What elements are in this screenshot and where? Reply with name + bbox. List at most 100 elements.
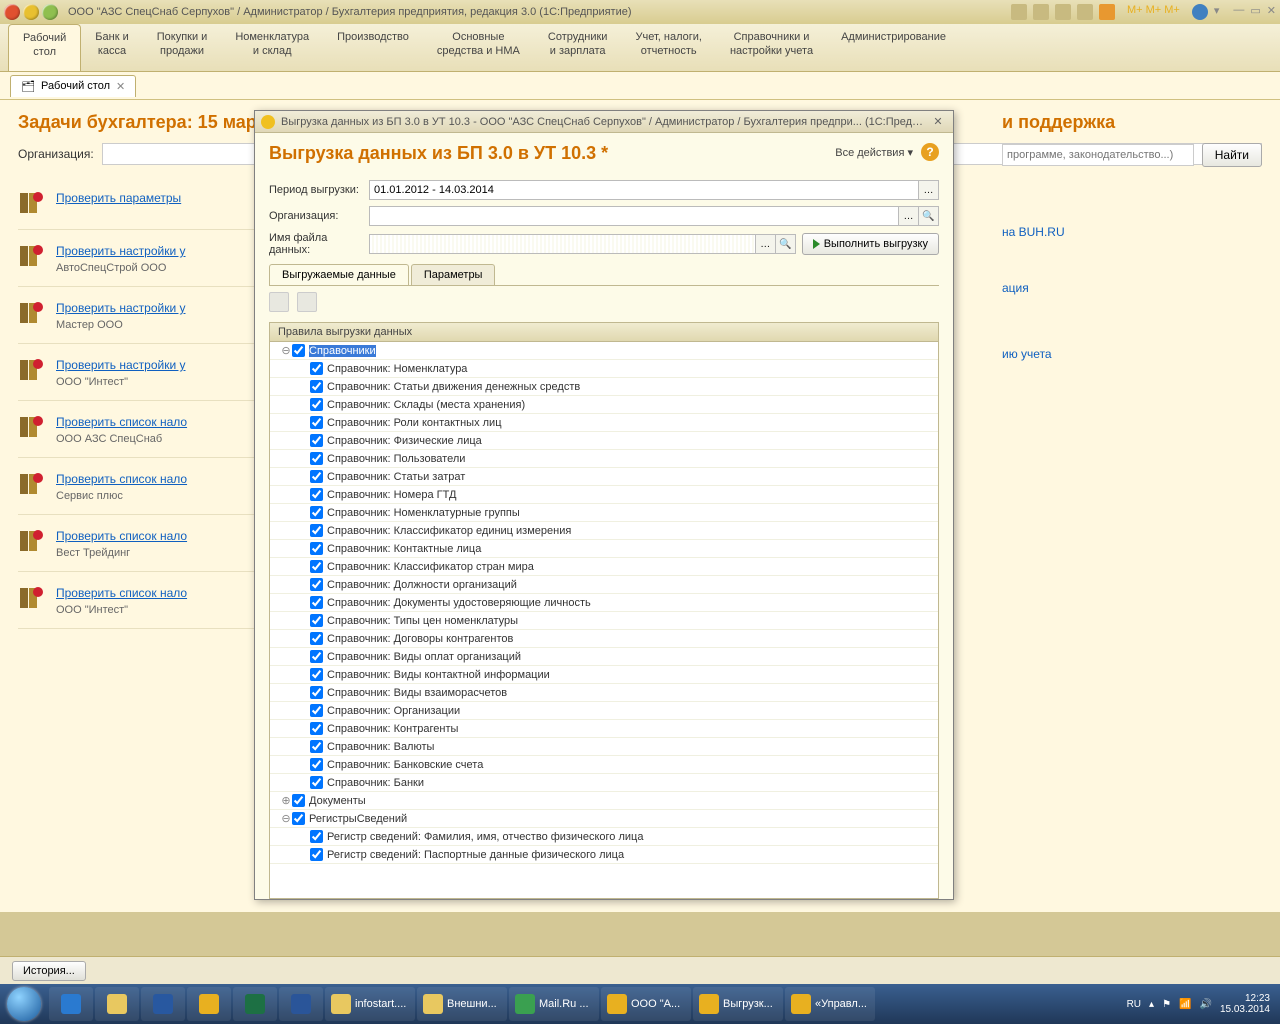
task-link[interactable]: Проверить настройки у: [56, 301, 185, 315]
task-link[interactable]: Проверить список нало: [56, 415, 187, 429]
all-actions-button[interactable]: Все действия ▾: [835, 146, 913, 159]
help-icon[interactable]: ?: [921, 143, 939, 161]
tray-clock[interactable]: 12:23 15.03.2014: [1220, 993, 1270, 1015]
start-button[interactable]: [0, 984, 48, 1024]
rule-checkbox[interactable]: [310, 434, 323, 447]
tree-row[interactable]: Справочник: Должности организаций: [270, 576, 938, 594]
rule-checkbox[interactable]: [310, 452, 323, 465]
tree-row[interactable]: Справочник: Организации: [270, 702, 938, 720]
rule-checkbox[interactable]: [292, 794, 305, 807]
tree-row[interactable]: Справочник: Классификатор стран мира: [270, 558, 938, 576]
taskbar-app[interactable]: ООО "А...: [601, 987, 691, 1021]
side-link[interactable]: на BUH.RU: [1002, 225, 1262, 239]
rule-checkbox[interactable]: [310, 470, 323, 483]
dropdown-icon[interactable]: ▾: [1214, 4, 1220, 20]
rule-checkbox[interactable]: [310, 524, 323, 537]
rule-checkbox[interactable]: [310, 722, 323, 735]
tree-row[interactable]: Регистр сведений: Паспортные данные физи…: [270, 846, 938, 864]
maximize-icon[interactable]: [42, 4, 58, 20]
rule-checkbox[interactable]: [310, 542, 323, 555]
rule-checkbox[interactable]: [310, 704, 323, 717]
tool-icon[interactable]: [1055, 4, 1071, 20]
rule-checkbox[interactable]: [310, 848, 323, 861]
calendar-icon[interactable]: [1099, 4, 1115, 20]
org-search-button[interactable]: 🔍: [919, 206, 939, 226]
rule-checkbox[interactable]: [310, 362, 323, 375]
taskbar-word[interactable]: [279, 987, 323, 1021]
tray-up-icon[interactable]: ▴: [1149, 999, 1154, 1010]
volume-icon[interactable]: 🔊: [1199, 999, 1211, 1010]
task-link[interactable]: Проверить настройки у: [56, 244, 185, 258]
tree-row[interactable]: Регистр сведений: Фамилия, имя, отчество…: [270, 828, 938, 846]
taskbar-1c[interactable]: [187, 987, 231, 1021]
side-link[interactable]: ация: [1002, 281, 1262, 295]
info-icon[interactable]: [1192, 4, 1208, 20]
nav-tab[interactable]: Производство: [323, 24, 423, 71]
tree-row[interactable]: Справочник: Банковские счета: [270, 756, 938, 774]
expand-icon[interactable]: ⊖: [280, 812, 292, 825]
nav-tab[interactable]: Основныесредства и НМА: [423, 24, 534, 71]
window-restore-icon[interactable]: ▭: [1250, 4, 1260, 20]
tree-row[interactable]: Справочник: Номенклатура: [270, 360, 938, 378]
tree-row[interactable]: Справочник: Классификатор единиц измерен…: [270, 522, 938, 540]
rule-checkbox[interactable]: [310, 668, 323, 681]
check-all-button[interactable]: [269, 292, 289, 312]
window-close-icon[interactable]: ✕: [1267, 4, 1276, 20]
rule-checkbox[interactable]: [310, 398, 323, 411]
tree-row[interactable]: Справочник: Договоры контрагентов: [270, 630, 938, 648]
tree-row[interactable]: ⊖Справочники: [270, 342, 938, 360]
rule-checkbox[interactable]: [310, 506, 323, 519]
window-minimize-icon[interactable]: —: [1233, 4, 1244, 20]
rule-checkbox[interactable]: [292, 812, 305, 825]
period-picker-button[interactable]: …: [919, 180, 939, 200]
history-button[interactable]: История...: [12, 961, 86, 981]
rule-checkbox[interactable]: [310, 830, 323, 843]
tool-icon[interactable]: [1011, 4, 1027, 20]
nav-tab[interactable]: Банк икасса: [81, 24, 142, 71]
rule-checkbox[interactable]: [310, 740, 323, 753]
taskbar-excel[interactable]: [233, 987, 277, 1021]
tree-row[interactable]: Справочник: Документы удостоверяющие лич…: [270, 594, 938, 612]
period-input[interactable]: [369, 180, 919, 200]
org-picker-button[interactable]: …: [899, 206, 919, 226]
task-link[interactable]: Проверить параметры: [56, 191, 181, 205]
taskbar-app[interactable]: «Управл...: [785, 987, 875, 1021]
rule-checkbox[interactable]: [310, 416, 323, 429]
nav-tab[interactable]: Справочники инастройки учета: [716, 24, 827, 71]
flag-icon[interactable]: ⚑: [1162, 999, 1171, 1010]
rule-checkbox[interactable]: [310, 560, 323, 573]
uncheck-all-button[interactable]: [297, 292, 317, 312]
nav-tab[interactable]: Рабочийстол: [8, 24, 81, 71]
tree-row[interactable]: Справочник: Виды взаиморасчетов: [270, 684, 938, 702]
expand-icon[interactable]: ⊕: [280, 794, 292, 807]
tree-row[interactable]: Справочник: Виды оплат организаций: [270, 648, 938, 666]
lang-indicator[interactable]: RU: [1127, 999, 1141, 1010]
document-tab[interactable]: 🗂 Рабочий стол ✕: [10, 75, 136, 97]
taskbar-app[interactable]: infostart....: [325, 987, 415, 1021]
tree-row[interactable]: Справочник: Статьи затрат: [270, 468, 938, 486]
nav-tab[interactable]: Покупки ипродажи: [143, 24, 222, 71]
taskbar-ie[interactable]: [49, 987, 93, 1021]
tree-row[interactable]: Справочник: Валюты: [270, 738, 938, 756]
rule-checkbox[interactable]: [310, 578, 323, 591]
task-link[interactable]: Проверить настройки у: [56, 358, 185, 372]
rule-checkbox[interactable]: [310, 488, 323, 501]
task-link[interactable]: Проверить список нало: [56, 472, 187, 486]
tree-row[interactable]: Справочник: Контрагенты: [270, 720, 938, 738]
rule-checkbox[interactable]: [310, 686, 323, 699]
tree-row[interactable]: Справочник: Контактные лица: [270, 540, 938, 558]
rule-checkbox[interactable]: [310, 650, 323, 663]
search-input[interactable]: [1002, 144, 1194, 166]
nav-tab[interactable]: Сотрудникии зарплата: [534, 24, 622, 71]
taskbar-app[interactable]: Выгрузк...: [693, 987, 783, 1021]
nav-tab[interactable]: Учет, налоги,отчетность: [621, 24, 715, 71]
tree-row[interactable]: Справочник: Номенклатурные группы: [270, 504, 938, 522]
tree-row[interactable]: Справочник: Склады (места хранения): [270, 396, 938, 414]
tree-row[interactable]: Справочник: Статьи движения денежных сре…: [270, 378, 938, 396]
close-icon[interactable]: [4, 4, 20, 20]
tool-icon[interactable]: [1033, 4, 1049, 20]
taskbar-app[interactable]: Mail.Ru ...: [509, 987, 599, 1021]
taskbar-app[interactable]: Внешни...: [417, 987, 507, 1021]
rules-tree[interactable]: ⊖СправочникиСправочник: НоменклатураСпра…: [269, 342, 939, 899]
rule-checkbox[interactable]: [310, 758, 323, 771]
